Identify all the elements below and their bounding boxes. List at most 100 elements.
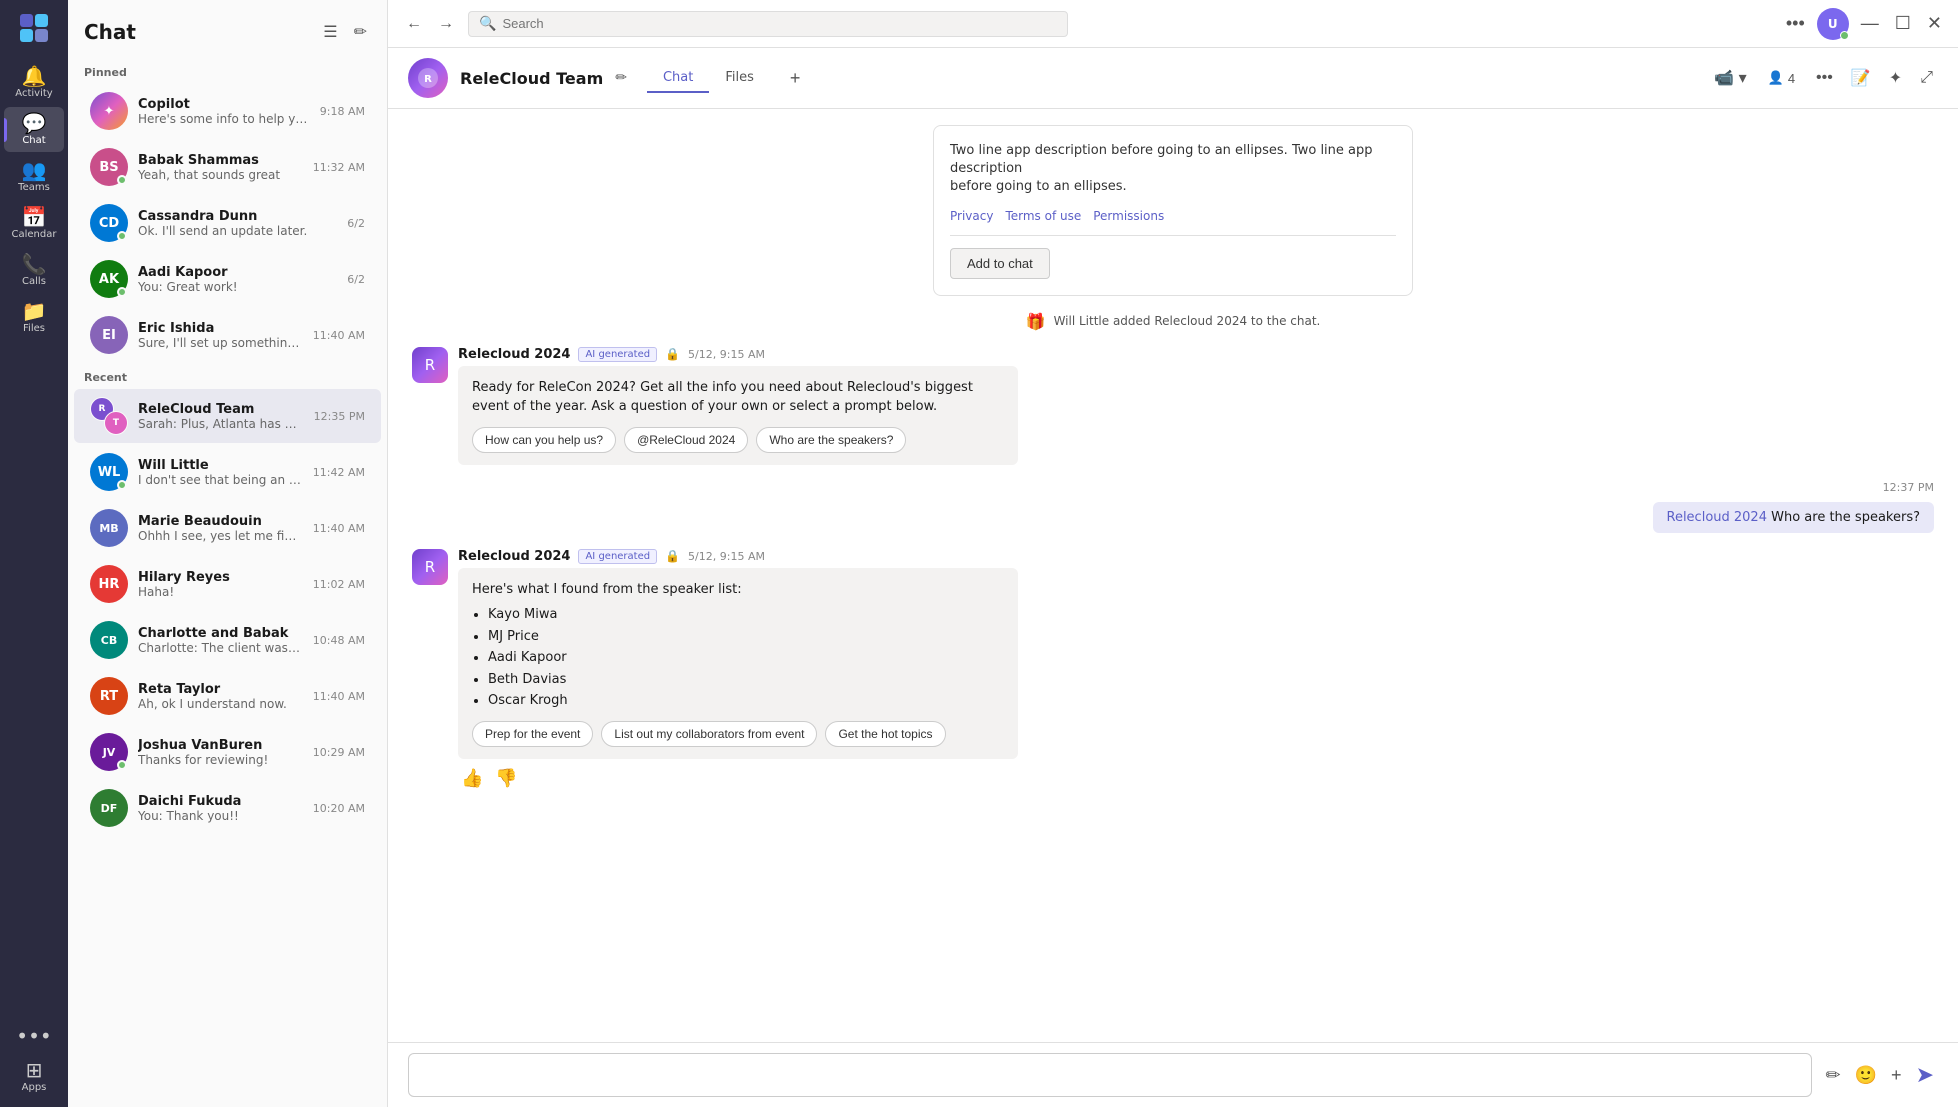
app-card: Two line app description before going to…: [933, 125, 1413, 296]
speakers-list: Kayo Miwa MJ Price Aadi Kapoor Beth Davi…: [488, 605, 1004, 711]
chat-item-cassandra[interactable]: CD Cassandra Dunn Ok. I'll send an updat…: [74, 196, 381, 250]
new-chat-button[interactable]: ✏: [350, 18, 371, 46]
svg-text:R: R: [424, 74, 432, 85]
bot-name-2: Relecloud 2024: [458, 549, 570, 564]
thumbs-down-button[interactable]: 👎: [492, 765, 520, 792]
chat-item-marie[interactable]: MB Marie Beaudouin Ohhh I see, yes let m…: [74, 501, 381, 555]
nav-files[interactable]: 📁 Files: [4, 295, 64, 340]
participants-button[interactable]: 👤 4: [1760, 66, 1803, 90]
chat-item-copilot[interactable]: ✦ Copilot Here's some info to help you p…: [74, 84, 381, 138]
maximize-button[interactable]: ☐: [1891, 9, 1915, 38]
search-input[interactable]: [502, 16, 1057, 31]
sidebar: Chat ☰ ✏ Pinned ✦ Copilot Here's some in…: [68, 0, 388, 1107]
chat-preview-aadi: You: Great work!: [138, 280, 337, 294]
chat-header-name: ReleCloud Team: [460, 69, 603, 88]
chat-name-eric: Eric Ishida: [138, 321, 303, 336]
back-button[interactable]: ←: [400, 10, 428, 38]
permissions-link[interactable]: Permissions: [1093, 209, 1164, 223]
chat-header-avatar: R: [408, 58, 448, 98]
chat-item-aadi[interactable]: AK Aadi Kapoor You: Great work! 6/2: [74, 252, 381, 306]
video-call-button[interactable]: 📹 ▾: [1709, 63, 1751, 93]
user-avatar[interactable]: U: [1817, 8, 1849, 40]
more-options-button[interactable]: •••: [1782, 9, 1809, 38]
participants-icon: 👤: [1768, 70, 1784, 86]
privacy-link[interactable]: Privacy: [950, 209, 993, 223]
nav-activity[interactable]: 🔔 Activity: [4, 60, 64, 105]
bot-text-1: Ready for ReleCon 2024? Get all the info…: [472, 378, 1004, 417]
message-input[interactable]: [421, 1068, 1799, 1083]
avatar-joshua: JV: [90, 733, 128, 771]
tab-chat[interactable]: Chat: [647, 64, 709, 93]
chat-item-relecloud[interactable]: R T ReleCloud Team Sarah: Plus, Atlanta …: [74, 389, 381, 443]
left-nav: 🔔 Activity 💬 Chat 👥 Teams 📅 Calendar 📞 C…: [0, 0, 68, 1107]
lock-icon-2: 🔒: [665, 549, 680, 563]
chat-item-will[interactable]: WL Will Little I don't see that being an…: [74, 445, 381, 499]
chat-item-babak[interactable]: BS Babak Shammas Yeah, that sounds great…: [74, 140, 381, 194]
copilot-button[interactable]: ✦: [1884, 63, 1907, 93]
close-button[interactable]: ✕: [1923, 9, 1946, 38]
chat-preview-will: I don't see that being an issue. Can you…: [138, 473, 303, 487]
minimize-button[interactable]: —: [1857, 9, 1883, 38]
edit-chat-name-icon[interactable]: ✏: [615, 70, 627, 86]
attach-button[interactable]: +: [1887, 1061, 1906, 1090]
chat-time-copilot: 9:18 AM: [320, 105, 365, 118]
chat-time-reta: 11:40 AM: [313, 690, 365, 703]
chip-relecloud[interactable]: @ReleCloud 2024: [624, 427, 748, 453]
ai-badge-1: AI generated: [578, 347, 657, 362]
message-input-wrapper[interactable]: [408, 1053, 1812, 1097]
chat-item-charlotte-babak[interactable]: CB Charlotte and Babak Charlotte: The cl…: [74, 613, 381, 667]
avatar-eric: EI: [90, 316, 128, 354]
format-button[interactable]: ✏: [1822, 1061, 1845, 1090]
msg-time-1: 5/12, 9:15 AM: [688, 348, 765, 361]
expand-button[interactable]: ⤢: [1915, 64, 1938, 92]
speaker-5: Oscar Krogh: [488, 691, 1004, 711]
main-panel: ← → 🔍 ••• U — ☐ ✕ R ReleCloud Team ✏ Cha…: [388, 0, 1958, 1107]
chat-item-daichi[interactable]: DF Daichi Fukuda You: Thank you!! 10:20 …: [74, 781, 381, 835]
notes-button[interactable]: 📝: [1846, 63, 1876, 93]
send-button[interactable]: ➤: [1912, 1058, 1938, 1092]
forward-button[interactable]: →: [432, 10, 460, 38]
chat-item-reta[interactable]: RT Reta Taylor Ah, ok I understand now. …: [74, 669, 381, 723]
tab-files[interactable]: Files: [709, 64, 770, 93]
add-tab-button[interactable]: +: [782, 64, 809, 93]
nav-calendar[interactable]: 📅 Calendar: [4, 201, 64, 246]
topbar: ← → 🔍 ••• U — ☐ ✕: [388, 0, 1958, 48]
chat-time-marie: 11:40 AM: [313, 522, 365, 535]
chip-hot-topics[interactable]: Get the hot topics: [825, 721, 945, 747]
chip-collaborators[interactable]: List out my collaborators from event: [601, 721, 817, 747]
chat-options-button[interactable]: •••: [1811, 64, 1838, 92]
nav-teams[interactable]: 👥 Teams: [4, 154, 64, 199]
status-dot-aadi: [117, 287, 127, 297]
avatar-marie: MB: [90, 509, 128, 547]
emoji-button[interactable]: 🙂: [1851, 1061, 1881, 1090]
nav-calls[interactable]: 📞 Calls: [4, 248, 64, 293]
nav-chat[interactable]: 💬 Chat: [4, 107, 64, 152]
chip-speakers[interactable]: Who are the speakers?: [756, 427, 906, 453]
user-text-main-1: Who are the speakers?: [1771, 510, 1920, 525]
nav-more[interactable]: •••: [4, 1020, 64, 1052]
filter-button[interactable]: ☰: [319, 18, 341, 46]
feedback-row: 👍 👎: [458, 765, 1934, 792]
chip-how-can[interactable]: How can you help us?: [472, 427, 616, 453]
search-box[interactable]: 🔍: [468, 11, 1068, 37]
chat-item-hilary[interactable]: HR Hilary Reyes Haha! 11:02 AM: [74, 557, 381, 611]
nav-apps[interactable]: ⊞ Apps: [4, 1054, 64, 1099]
input-actions: ✏ 🙂 + ➤: [1822, 1058, 1938, 1092]
more-icon: •••: [16, 1026, 51, 1046]
chat-preview-daichi: You: Thank you!!: [138, 809, 303, 823]
terms-link[interactable]: Terms of use: [1005, 209, 1081, 223]
thumbs-up-button[interactable]: 👍: [458, 765, 486, 792]
status-dot-babak: [117, 175, 127, 185]
chat-preview-charlotte-babak: Charlotte: The client was pretty happy w…: [138, 641, 303, 655]
app-logo[interactable]: [14, 8, 54, 48]
chip-prep-event[interactable]: Prep for the event: [472, 721, 593, 747]
avatar-cassandra: CD: [90, 204, 128, 242]
chat-name-marie: Marie Beaudouin: [138, 514, 303, 529]
chat-preview-cassandra: Ok. I'll send an update later.: [138, 224, 337, 238]
bot-message-2: R Relecloud 2024 AI generated 🔒 5/12, 9:…: [412, 549, 1934, 792]
chat-item-eric[interactable]: EI Eric Ishida Sure, I'll set up somethi…: [74, 308, 381, 362]
prompt-chips-2: Prep for the event List out my collabora…: [472, 721, 1004, 747]
chat-name-aadi: Aadi Kapoor: [138, 265, 337, 280]
chat-item-joshua[interactable]: JV Joshua VanBuren Thanks for reviewing!…: [74, 725, 381, 779]
add-to-chat-button[interactable]: Add to chat: [950, 248, 1050, 279]
